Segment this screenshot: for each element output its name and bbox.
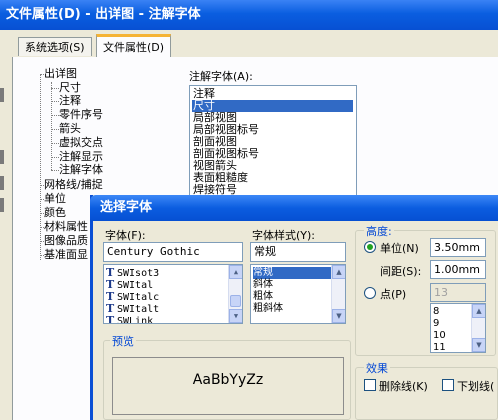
point-list-item[interactable]: 10 — [433, 330, 446, 342]
preview-text: AaBbYyZz — [192, 372, 264, 388]
truetype-icon: T — [106, 314, 115, 324]
font-list-scrollbar[interactable]: ▲ ▼ — [228, 265, 242, 323]
underline-label[interactable]: 下划线( — [457, 378, 494, 394]
list-item[interactable]: 注释 — [192, 88, 353, 100]
height-group-label: 高度: — [364, 223, 394, 239]
tree-item-grid-snap[interactable]: 网格线/捕捉 — [44, 178, 103, 191]
unit-radio[interactable] — [364, 241, 376, 253]
unit-radio-label[interactable]: 单位(N) — [380, 240, 419, 256]
style-label: 字体样式(Y): — [252, 229, 316, 242]
edge-mark — [0, 176, 4, 190]
point-radio[interactable] — [364, 287, 376, 299]
left-edge — [0, 58, 12, 420]
strikeout-checkbox[interactable] — [364, 379, 376, 391]
underline-checkbox[interactable] — [442, 379, 454, 391]
tree-item-image-quality[interactable]: 图像品质 — [44, 234, 88, 247]
point-size-list[interactable]: 8 9 10 11 ▲ ▼ — [430, 303, 486, 353]
tree-item-detailing[interactable]: 出详图 — [44, 67, 77, 80]
tree-item-arrows[interactable]: 箭头 — [59, 122, 81, 135]
scroll-up-icon[interactable]: ▲ — [229, 265, 242, 279]
spacing-label: 间距(S): — [380, 265, 422, 278]
scroll-thumb[interactable] — [230, 295, 241, 307]
point-radio-label[interactable]: 点(P) — [380, 286, 406, 302]
tree-item-colors[interactable]: 颜色 — [44, 206, 66, 219]
scroll-up-icon[interactable]: ▲ — [332, 265, 345, 279]
scroll-up-icon[interactable]: ▲ — [472, 304, 485, 318]
style-input[interactable]: 常规 — [250, 242, 346, 262]
tab-document-properties[interactable]: 文件属性(D) — [96, 34, 172, 58]
edge-mark — [0, 198, 4, 212]
style-list-item[interactable]: 粗斜体 — [253, 303, 283, 315]
tree-item-annotation-font[interactable]: 注解字体 — [59, 163, 103, 176]
tree-item-notes[interactable]: 注释 — [59, 94, 81, 107]
preview-group-label: 预览 — [110, 333, 136, 349]
font-list-item[interactable]: T SWLink — [106, 315, 153, 324]
scroll-down-icon[interactable]: ▼ — [332, 309, 345, 323]
scroll-down-icon[interactable]: ▼ — [229, 309, 242, 323]
edge-mark — [0, 88, 4, 102]
point-size-input[interactable]: 13 — [430, 283, 486, 302]
style-list-item[interactable]: 粗体 — [253, 291, 273, 303]
tree-item-annotation-display[interactable]: 注解显示 — [59, 150, 103, 163]
tab-system-options[interactable]: 系统选项(S) — [18, 37, 92, 56]
point-list-item[interactable]: 11 — [433, 342, 446, 352]
tree-item-material-properties[interactable]: 材料属性 — [44, 220, 88, 233]
style-list-scrollbar[interactable]: ▲ ▼ — [331, 265, 345, 323]
spacing-input[interactable]: 1.00mm — [430, 260, 486, 279]
tree-item-balloons[interactable]: 零件序号 — [59, 108, 103, 121]
effects-group-label: 效果 — [364, 360, 390, 376]
point-list-scrollbar[interactable]: ▲ ▼ — [471, 304, 485, 352]
point-list-item[interactable]: 8 — [433, 306, 439, 318]
annotation-font-list[interactable]: 注释 尺寸 局部视图 局部视图标号 剖面视图 剖面视图标号 视图箭头 表面粗糙度… — [189, 85, 357, 197]
tree-item-units[interactable]: 单位 — [44, 192, 66, 205]
window-title: 文件属性(D) - 出详图 - 注解字体 — [0, 0, 498, 30]
edge-mark — [0, 150, 4, 164]
tree-item-dimensions[interactable]: 尺寸 — [59, 81, 81, 94]
font-input[interactable]: Century Gothic — [103, 242, 243, 262]
style-list[interactable]: 常规 斜体 粗体 粗斜体 ▲ ▼ — [250, 264, 346, 324]
annotation-font-label: 注解字体(A): — [189, 70, 253, 83]
style-list-item[interactable]: 斜体 — [253, 279, 273, 291]
point-list-item[interactable]: 9 — [433, 318, 439, 330]
scroll-down-icon[interactable]: ▼ — [472, 338, 485, 352]
tree-item-virtual-sharps[interactable]: 虚拟交点 — [59, 136, 103, 149]
strikeout-label[interactable]: 删除线(K) — [379, 378, 428, 394]
font-list[interactable]: T SWIsot3 T SWItal T SWItalc T SWItalt T SWLi… — [103, 264, 243, 324]
tree-item-plane-display[interactable]: 基准面显 — [44, 248, 88, 261]
font-dialog-title: 选择字体 — [90, 195, 498, 221]
preview-box: AaBbYyZz — [112, 357, 344, 415]
style-list-item-selected[interactable]: 常规 — [253, 267, 331, 279]
unit-height-input[interactable]: 3.50mm — [430, 238, 486, 257]
font-label: 字体(F): — [105, 229, 146, 242]
